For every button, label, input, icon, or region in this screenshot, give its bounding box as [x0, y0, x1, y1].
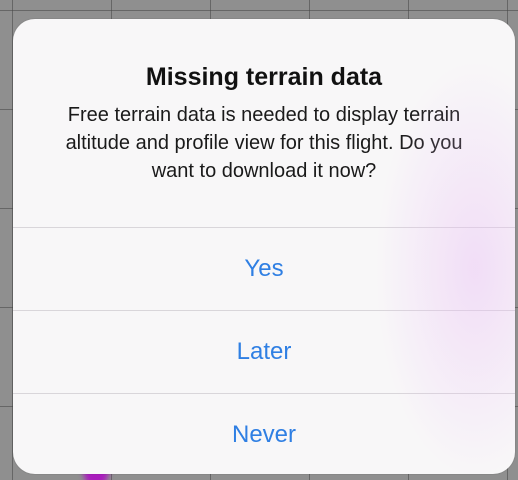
alert-title: Missing terrain data	[145, 63, 383, 91]
never-button[interactable]: Never	[13, 394, 515, 474]
alert-message: Free terrain data is needed to display t…	[65, 104, 463, 182]
alert-header: Missing terrain data Free terrain data i…	[13, 19, 515, 227]
yes-button[interactable]: Yes	[13, 228, 515, 310]
missing-terrain-alert: Missing terrain data Free terrain data i…	[13, 19, 515, 474]
later-button[interactable]: Later	[13, 311, 515, 393]
